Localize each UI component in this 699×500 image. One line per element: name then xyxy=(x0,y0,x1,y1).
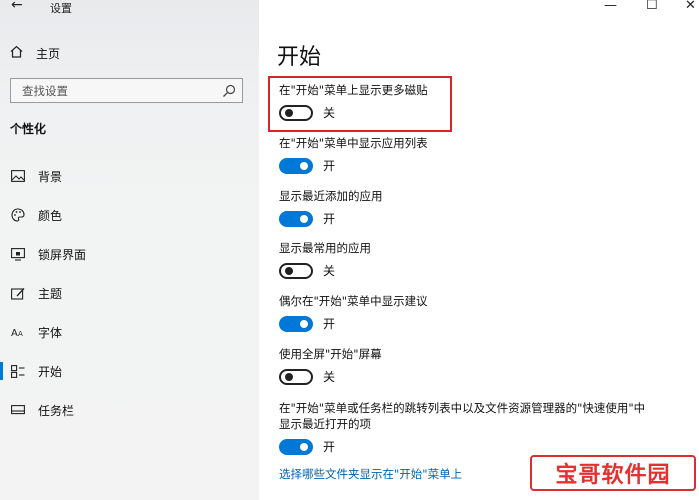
toggle-state: 开 xyxy=(323,212,336,226)
toggle-state: 开 xyxy=(323,440,336,454)
sidebar-item-label: 背景 xyxy=(38,169,63,184)
search-input[interactable]: 查找设置 xyxy=(10,78,243,103)
setting-fullscreen: 使用全屏"开始"屏幕 关 xyxy=(279,346,382,385)
nav-home[interactable]: 主页 xyxy=(10,43,60,63)
sidebar-item-fonts[interactable]: AA 字体 xyxy=(0,320,259,344)
setting-label: 在"开始"菜单中显示应用列表 xyxy=(279,136,428,150)
sidebar: ← 设置 主页 查找设置 个性化 背景 颜色 锁屏界面 主题 A A 字体 开始… xyxy=(0,0,259,500)
sidebar-item-label: 颜色 xyxy=(38,208,63,223)
toggle-state: 关 xyxy=(323,264,336,278)
start-icon xyxy=(10,364,26,378)
toggle-switch[interactable] xyxy=(279,438,313,455)
toggle-switch[interactable] xyxy=(279,315,313,332)
toggle-switch[interactable] xyxy=(279,262,313,279)
setting-most-used: 显示最常用的应用 关 xyxy=(279,240,371,279)
sidebar-item-taskbar[interactable]: 任务栏 xyxy=(0,398,259,422)
section-title: 个性化 xyxy=(10,122,47,136)
sidebar-item-label: 字体 xyxy=(38,325,63,340)
watermark-text: 宝哥软件园 xyxy=(555,463,671,488)
sidebar-item-themes[interactable]: 主题 xyxy=(0,281,259,305)
lockscreen-icon xyxy=(10,247,26,261)
toggle-switch[interactable] xyxy=(279,157,313,174)
maximize-button[interactable]: ☐ xyxy=(646,0,658,13)
choose-folders-link[interactable]: 选择哪些文件夹显示在"开始"菜单上 xyxy=(279,466,462,482)
setting-suggestions: 偶尔在"开始"菜单中显示建议 开 xyxy=(279,293,428,332)
sidebar-item-label: 锁屏界面 xyxy=(38,247,87,262)
setting-recent-items: 在"开始"菜单或任务栏的跳转列表中以及文件资源管理器的"快速使用"中 显示最近打… xyxy=(279,400,645,455)
setting-label-line1: 在"开始"菜单或任务栏的跳转列表中以及文件资源管理器的"快速使用"中 xyxy=(279,401,646,415)
setting-app-list: 在"开始"菜单中显示应用列表 开 xyxy=(279,135,428,174)
sidebar-item-label: 开始 xyxy=(38,364,63,379)
sidebar-item-colors[interactable]: 颜色 xyxy=(0,203,259,227)
setting-label: 显示最近添加的应用 xyxy=(279,189,383,203)
search-icon[interactable] xyxy=(222,83,236,102)
home-icon xyxy=(10,45,23,61)
theme-icon xyxy=(10,287,26,300)
taskbar-icon xyxy=(10,405,26,415)
setting-recently-added: 显示最近添加的应用 开 xyxy=(279,188,383,227)
minimize-button[interactable]: — xyxy=(604,0,617,13)
svg-text:A: A xyxy=(18,330,23,338)
toggle-state: 关 xyxy=(323,370,336,384)
back-button[interactable]: ← xyxy=(11,0,23,13)
main-panel: — ☐ ✕ 开始 在"开始"菜单上显示更多磁贴 关 在"开始"菜单中显示应用列表… xyxy=(259,0,699,500)
sidebar-item-start[interactable]: 开始 xyxy=(0,359,259,383)
font-icon: AA xyxy=(10,326,26,338)
sidebar-item-label: 任务栏 xyxy=(38,403,75,418)
toggle-switch[interactable] xyxy=(279,210,313,227)
watermark: 宝哥软件园 xyxy=(530,455,696,491)
toggle-state: 开 xyxy=(323,317,336,331)
setting-label: 偶尔在"开始"菜单中显示建议 xyxy=(279,294,428,308)
setting-label: 使用全屏"开始"屏幕 xyxy=(279,347,382,361)
sidebar-item-label: 主题 xyxy=(38,286,63,301)
picture-icon xyxy=(10,170,26,182)
sidebar-item-background[interactable]: 背景 xyxy=(0,164,259,188)
palette-icon xyxy=(10,208,26,222)
toggle-state: 开 xyxy=(323,159,336,173)
highlight-box xyxy=(268,76,452,132)
app-title: 设置 xyxy=(50,2,72,15)
title-bar: ← 设置 xyxy=(0,0,259,16)
svg-text:A: A xyxy=(11,328,18,338)
search-placeholder: 查找设置 xyxy=(22,84,68,98)
nav-home-label: 主页 xyxy=(36,46,61,61)
page-title: 开始 xyxy=(277,45,322,70)
setting-label: 显示最常用的应用 xyxy=(279,241,371,255)
toggle-switch[interactable] xyxy=(279,368,313,385)
setting-label-line2: 显示最近打开的项 xyxy=(279,417,371,431)
close-button[interactable]: ✕ xyxy=(685,0,696,13)
sidebar-item-lockscreen[interactable]: 锁屏界面 xyxy=(0,242,259,266)
